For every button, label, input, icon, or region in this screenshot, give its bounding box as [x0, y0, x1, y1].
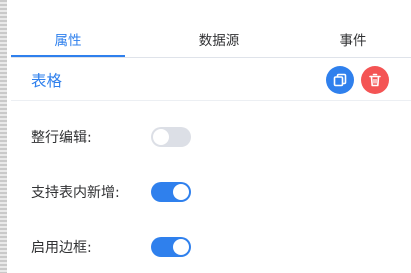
trash-icon [369, 73, 381, 87]
tab-properties[interactable]: 属性 [11, 30, 125, 52]
tab-bar: 属性 数据源 事件 [11, 0, 411, 58]
field-label: 整行编辑: [31, 130, 92, 146]
properties-panel: 属性 数据源 事件 表格 整行编辑: 支持表内新增: 启用边框: [11, 0, 411, 273]
resize-handle[interactable] [0, 0, 7, 273]
switch-knob [153, 129, 169, 145]
section-header: 表格 [11, 58, 411, 101]
delete-button[interactable] [361, 66, 389, 94]
tab-datasource[interactable]: 数据源 [159, 30, 279, 52]
inline-add-switch[interactable] [151, 182, 191, 202]
switch-knob [173, 184, 189, 200]
field-label: 支持表内新增: [31, 185, 120, 201]
copy-icon [333, 73, 347, 87]
tab-events[interactable]: 事件 [311, 30, 395, 52]
row-edit-switch[interactable] [151, 127, 191, 147]
copy-button[interactable] [326, 66, 354, 94]
section-title: 表格 [31, 72, 63, 90]
field-label: 启用边框: [31, 240, 92, 256]
border-switch[interactable] [151, 237, 191, 257]
active-tab-indicator [11, 55, 125, 57]
switch-knob [173, 239, 189, 255]
